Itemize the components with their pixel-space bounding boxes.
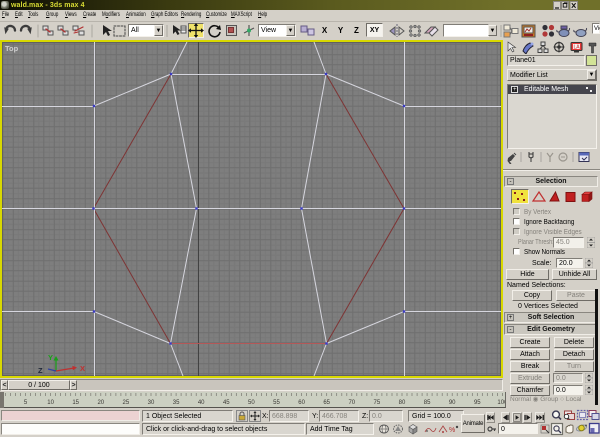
svg-text:Top: Top bbox=[5, 44, 19, 53]
svg-text:35: 35 bbox=[173, 400, 180, 406]
svg-text:100: 100 bbox=[497, 400, 505, 406]
svg-text:80: 80 bbox=[399, 400, 406, 406]
svg-text:85: 85 bbox=[424, 400, 431, 406]
svg-text:50: 50 bbox=[248, 400, 255, 406]
svg-text:70: 70 bbox=[348, 400, 355, 406]
svg-text:90: 90 bbox=[449, 400, 456, 406]
svg-text:Y: Y bbox=[48, 353, 53, 362]
svg-text:95: 95 bbox=[474, 400, 481, 406]
svg-text:20: 20 bbox=[97, 400, 104, 406]
svg-text:60: 60 bbox=[298, 400, 305, 406]
svg-text:25: 25 bbox=[123, 400, 130, 406]
svg-text:65: 65 bbox=[323, 400, 330, 406]
svg-text:X: X bbox=[80, 364, 85, 373]
svg-text:30: 30 bbox=[148, 400, 155, 406]
svg-text:40: 40 bbox=[198, 400, 205, 406]
svg-text:%: % bbox=[449, 427, 455, 434]
svg-text:15: 15 bbox=[72, 400, 79, 406]
svg-text:LA: LA bbox=[574, 45, 581, 51]
svg-text:55: 55 bbox=[273, 400, 280, 406]
svg-text:10: 10 bbox=[47, 400, 54, 406]
svg-text:75: 75 bbox=[374, 400, 381, 406]
svg-text:5: 5 bbox=[24, 400, 28, 406]
svg-text:45: 45 bbox=[223, 400, 230, 406]
svg-text:Z: Z bbox=[38, 366, 43, 375]
